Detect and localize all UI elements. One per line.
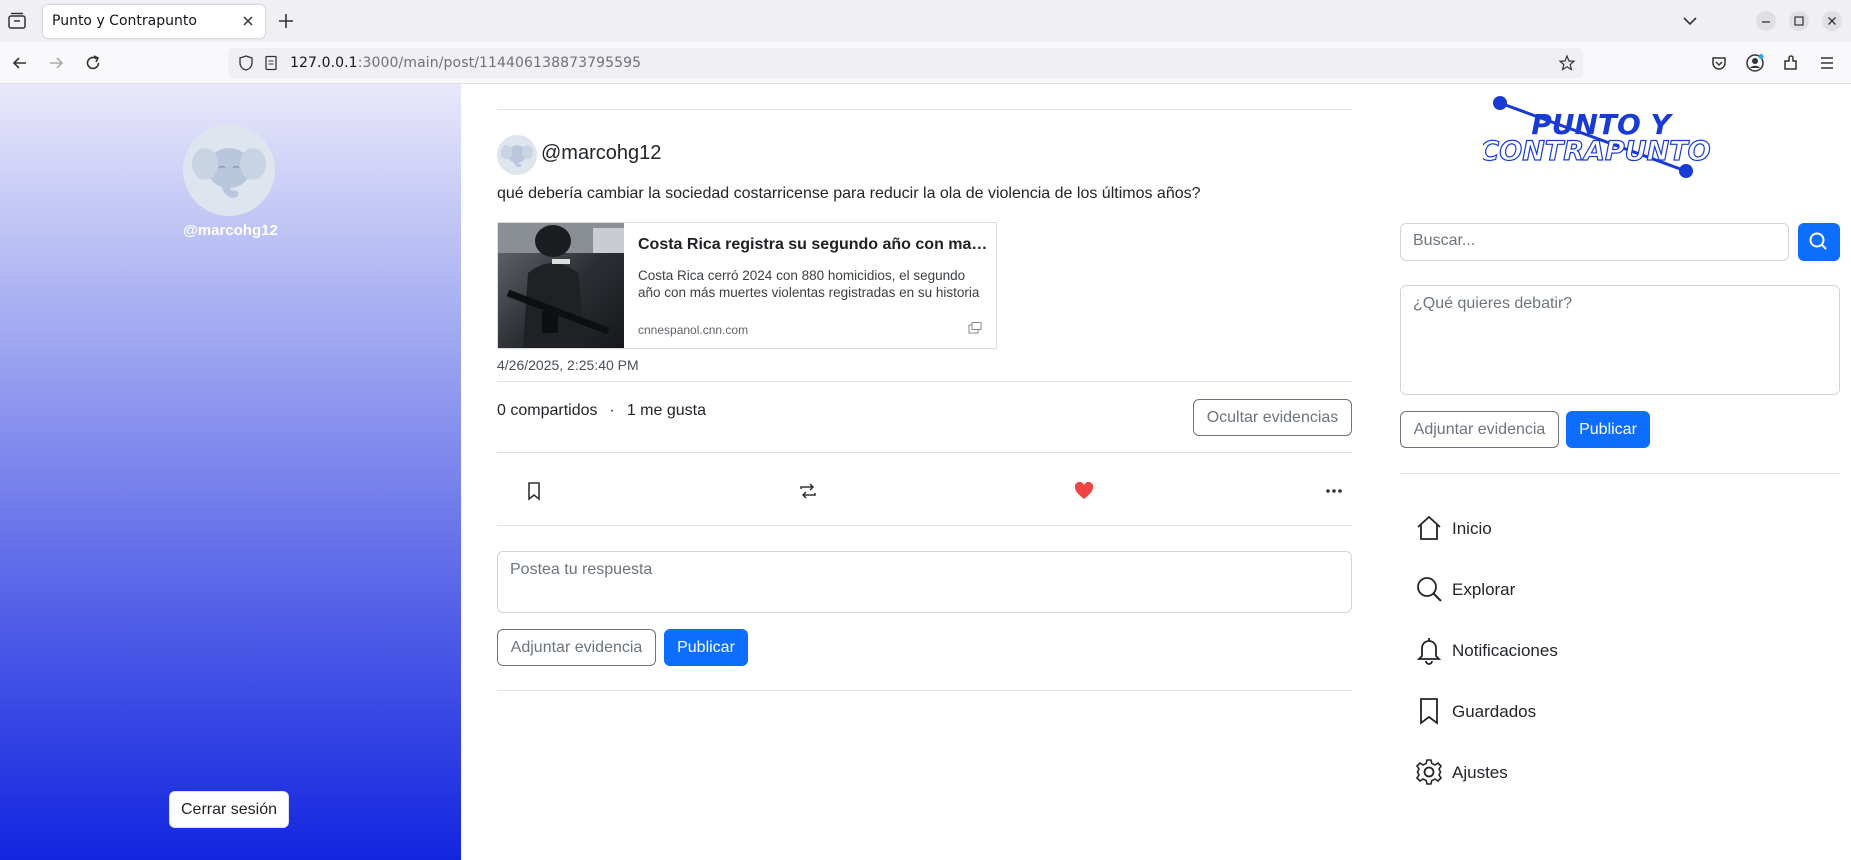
home-icon: [1417, 515, 1441, 540]
publish-reply-button[interactable]: Publicar: [664, 629, 748, 666]
elephant-avatar-icon: [500, 145, 534, 168]
profile-sidebar: @marcohg12 Cerrar sesión: [0, 84, 461, 860]
link-description: Costa Rica cerró 2024 con 880 homicidios…: [638, 268, 980, 300]
punto-y-contrapunto-logo[interactable]: PUNTO Y CONTRAPUNTO: [1483, 96, 1713, 182]
post-author-handle[interactable]: @marcohg12: [541, 142, 661, 165]
likes-count[interactable]: 1 me gusta: [627, 402, 706, 419]
bookmark-icon[interactable]: [522, 479, 546, 503]
link-thumbnail-icon: [498, 223, 624, 348]
search-icon: [1809, 232, 1827, 250]
search-input[interactable]: Buscar...: [1400, 223, 1789, 261]
post-stats: 0 compartidos · 1 me gusta: [497, 402, 706, 420]
divider: [1400, 473, 1840, 474]
url-host: 127.0.0.1: [290, 55, 358, 71]
address-bar[interactable]: 127.0.0.1:3000/main/post/114406138873795…: [228, 48, 1583, 78]
minimize-icon[interactable]: [1755, 10, 1777, 32]
tab-list-icon[interactable]: [6, 10, 28, 32]
logo-line2: CONTRAPUNTO: [1483, 136, 1711, 167]
link-preview-card[interactable]: Costa Rica registra su segundo año con m…: [497, 222, 997, 349]
extensions-icon[interactable]: [1781, 53, 1801, 73]
close-icon[interactable]: [239, 12, 257, 30]
bell-icon: [1416, 638, 1442, 665]
logout-button[interactable]: Cerrar sesión: [169, 791, 289, 828]
link-domain: cnnespanol.cnn.com: [638, 323, 749, 337]
nav-item-label: Explorar: [1452, 580, 1516, 599]
account-icon[interactable]: [1745, 53, 1765, 73]
nav-item-guardados[interactable]: Guardados: [1414, 694, 1714, 728]
search-button[interactable]: [1798, 223, 1840, 261]
hide-evidence-button[interactable]: Ocultar evidencias: [1193, 399, 1352, 436]
post-text: qué debería cambiar la sociedad costarri…: [497, 185, 1201, 202]
debate-textarea[interactable]: ¿Qué quieres debatir?: [1400, 285, 1840, 395]
window-close-icon[interactable]: [1821, 10, 1843, 32]
maximize-icon[interactable]: [1788, 10, 1810, 32]
profile-handle: @marcohg12: [183, 222, 278, 239]
nav-item-ajustes[interactable]: Ajustes: [1414, 755, 1714, 789]
gear-icon: [1415, 759, 1443, 785]
browser-tab[interactable]: Punto y Contrapunto: [43, 5, 265, 38]
divider: [497, 525, 1352, 526]
tab-overflow-chevron-icon[interactable]: [1679, 10, 1701, 32]
reload-icon[interactable]: [83, 53, 103, 73]
nav-item-inicio[interactable]: Inicio: [1414, 511, 1714, 545]
menu-icon[interactable]: [1817, 53, 1837, 73]
nav-item-explorar[interactable]: Explorar: [1414, 572, 1714, 606]
pocket-icon[interactable]: [1709, 53, 1729, 73]
bookmark-star-icon[interactable]: [1558, 54, 1576, 72]
browser-tabbar: Punto y Contrapunto: [0, 0, 1851, 42]
divider: [497, 381, 1352, 382]
nav-item-label: Inicio: [1452, 519, 1492, 538]
stats-separator: ·: [609, 402, 615, 419]
back-arrow-icon[interactable]: [10, 53, 30, 73]
bookmark-icon: [1420, 698, 1438, 725]
repost-icon[interactable]: [796, 479, 820, 503]
search-icon: [1417, 577, 1442, 602]
divider: [497, 690, 1352, 691]
heart-icon[interactable]: [1072, 479, 1096, 503]
attach-evidence-button[interactable]: Adjuntar evidencia: [497, 629, 656, 666]
nav-item-notificaciones[interactable]: Notificaciones: [1414, 633, 1714, 667]
more-options-icon[interactable]: [1322, 479, 1346, 503]
forward-arrow-icon[interactable]: [46, 53, 66, 73]
avatar[interactable]: [183, 124, 275, 216]
new-tab-icon[interactable]: [276, 11, 296, 31]
post-timestamp: 4/26/2025, 2:25:40 PM: [497, 357, 639, 373]
elephant-avatar-icon: [192, 148, 266, 198]
url-text[interactable]: 127.0.0.1:3000/main/post/114406138873795…: [290, 55, 641, 71]
shield-icon[interactable]: [237, 54, 255, 72]
reply-textarea[interactable]: Postea tu respuesta: [497, 551, 1352, 613]
external-link-icon: [968, 322, 982, 334]
shares-count[interactable]: 0 compartidos: [497, 402, 598, 419]
divider: [497, 452, 1352, 453]
tab-title: Punto y Contrapunto: [52, 13, 197, 29]
browser-navbar: 127.0.0.1:3000/main/post/114406138873795…: [0, 42, 1851, 84]
nav-item-label: Guardados: [1452, 702, 1537, 721]
link-title[interactable]: Costa Rica registra su segundo año con m…: [638, 236, 988, 254]
link-preview-image: [498, 223, 624, 348]
page: @marcohg12 Cerrar sesión @marcohg12 qué …: [0, 84, 1851, 860]
nav-item-label: Ajustes: [1452, 763, 1508, 782]
divider: [497, 109, 1352, 110]
attach-evidence-button[interactable]: Adjuntar evidencia: [1400, 411, 1559, 448]
page-info-icon[interactable]: [263, 55, 279, 71]
nav-item-label: Notificaciones: [1452, 641, 1558, 660]
publish-button[interactable]: Publicar: [1566, 411, 1650, 448]
url-path: :3000/main/post/114406138873795595: [357, 55, 642, 71]
post-avatar[interactable]: [497, 135, 537, 175]
